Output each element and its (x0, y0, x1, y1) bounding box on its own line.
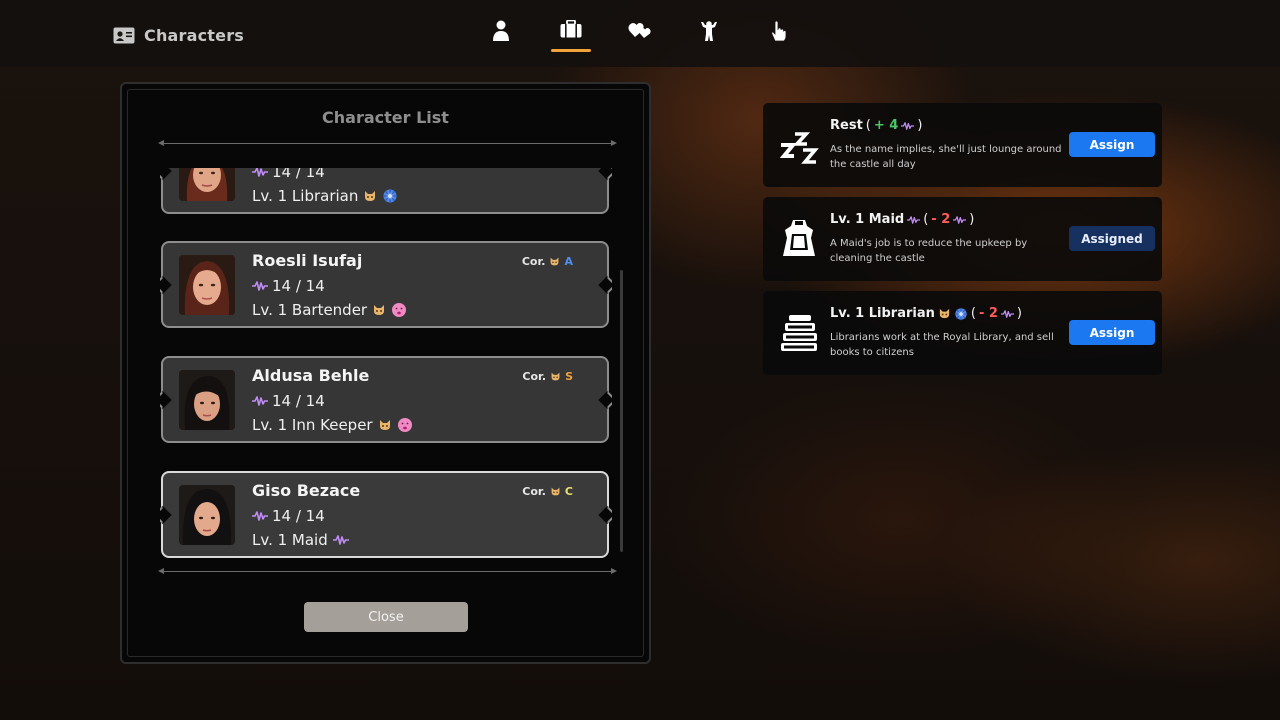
kiss-face-icon (397, 417, 413, 433)
flexing-figure-icon (701, 21, 717, 41)
job-description: As the name implies, she'll just lounge … (830, 144, 1062, 170)
job-card-rest: Rest ( + 4 ) As the name implies, she'll… (763, 103, 1162, 187)
id-card-icon (113, 27, 135, 43)
character-card[interactable]: 14 / 14 Lv. 1 Librarian (161, 168, 609, 214)
cat-icon (938, 307, 951, 320)
briefcase-icon (560, 20, 582, 38)
cat-icon (378, 418, 392, 432)
corruption-grade: S (565, 370, 573, 383)
gear-flower-icon (954, 307, 968, 321)
cat-icon (550, 486, 561, 497)
job-title: Lv. 1 Librarian ( - 2 ) (830, 306, 1022, 321)
pulse-icon (252, 168, 268, 177)
cat-icon (549, 256, 560, 267)
assigned-maid-button[interactable]: Assigned (1069, 226, 1155, 251)
close-button[interactable]: Close (304, 602, 468, 632)
character-card[interactable]: Roesli Isufaj Cor. A 14 / 14 Lv. 1 Barte… (161, 241, 609, 328)
divider-top (158, 140, 617, 146)
tab-relationships[interactable] (620, 20, 660, 52)
corruption-rating: Cor. C (522, 485, 573, 498)
pulse-icon (901, 122, 914, 130)
pulse-icon (333, 535, 349, 545)
character-portrait (179, 485, 235, 545)
cat-icon (363, 189, 377, 203)
character-portrait (179, 168, 235, 201)
person-icon (493, 20, 509, 41)
assign-librarian-button[interactable]: Assign (1069, 320, 1155, 345)
character-list[interactable]: 14 / 14 Lv. 1 Librarian Roesli Isufaj Co… (160, 168, 612, 568)
job-card-librarian: Lv. 1 Librarian ( - 2 ) Librarians work … (763, 291, 1162, 375)
tab-interact[interactable] (758, 20, 798, 52)
screen-title: Characters (113, 24, 244, 46)
character-stamina: 14 / 14 (252, 277, 325, 295)
panel-title: Character List (322, 108, 449, 127)
character-name: Roesli Isufaj (252, 251, 363, 270)
book-stack-icon (777, 311, 821, 355)
character-job: Lv. 1 Inn Keeper (252, 416, 413, 434)
character-job: Lv. 1 Librarian (252, 187, 398, 205)
assign-rest-button[interactable]: Assign (1069, 132, 1155, 157)
pulse-icon (1001, 310, 1014, 318)
job-title: Rest ( + 4 ) (830, 118, 923, 133)
character-name: Aldusa Behle (252, 366, 370, 385)
top-bar: Characters (0, 0, 1280, 67)
kiss-face-icon (391, 302, 407, 318)
character-name: Giso Bezace (252, 481, 361, 500)
screen-title-text: Characters (144, 25, 245, 45)
job-description: A Maid's job is to reduce the upkeep by … (830, 238, 1028, 264)
character-card-selected[interactable]: Giso Bezace Cor. C 14 / 14 Lv. 1 Maid (161, 471, 609, 558)
corruption-rating: Cor. S (522, 370, 573, 383)
character-portrait (179, 370, 235, 430)
cat-icon (372, 303, 386, 317)
tab-jobs[interactable] (551, 20, 591, 52)
character-job: Lv. 1 Maid (252, 531, 349, 549)
corruption-grade: A (564, 255, 573, 268)
job-stamina-delta: - 2 (931, 212, 951, 227)
job-stamina-delta: + 4 (873, 118, 899, 133)
pulse-icon (953, 216, 966, 224)
corruption-rating: Cor. A (521, 255, 573, 268)
hearts-icon (628, 22, 651, 38)
pulse-icon (252, 511, 268, 521)
cat-icon (550, 371, 561, 382)
character-job: Lv. 1 Bartender (252, 301, 407, 319)
gear-flower-icon (382, 188, 398, 204)
character-portrait (179, 255, 235, 315)
job-stamina-delta: - 2 (978, 306, 998, 321)
job-title: Lv. 1 Maid ( - 2 ) (830, 212, 975, 227)
job-card-maid: Lv. 1 Maid ( - 2 ) A Maid's job is to re… (763, 197, 1162, 281)
divider-bottom (158, 568, 617, 574)
character-stamina: 14 / 14 (252, 507, 325, 525)
pointing-hand-icon (771, 20, 787, 42)
character-stamina: 14 / 14 (252, 168, 325, 181)
maid-dress-icon (777, 217, 821, 261)
pulse-icon (252, 281, 268, 291)
pulse-icon (907, 216, 920, 224)
job-description: Librarians work at the Royal Library, an… (830, 332, 1054, 358)
tab-training[interactable] (689, 20, 729, 52)
character-stamina: 14 / 14 (252, 392, 325, 410)
character-list-panel: Character List 14 / 14 Lv. 1 Librarian R… (120, 82, 651, 664)
pulse-icon (252, 396, 268, 406)
sleep-zzz-icon (777, 123, 821, 167)
corruption-grade: C (564, 485, 573, 498)
character-card[interactable]: Aldusa Behle Cor. S 14 / 14 Lv. 1 Inn Ke… (161, 356, 609, 443)
tab-person[interactable] (481, 20, 521, 52)
list-scrollbar[interactable] (620, 270, 623, 552)
